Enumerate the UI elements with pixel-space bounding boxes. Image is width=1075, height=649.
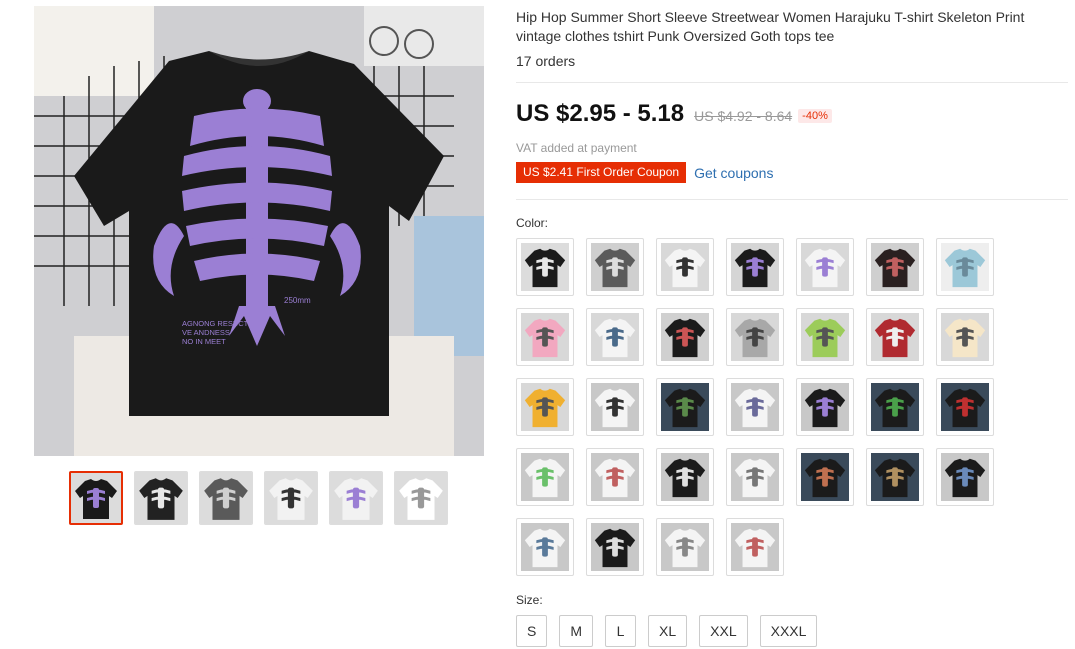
color-swatch[interactable]: [516, 378, 574, 436]
swatch-image: [941, 453, 989, 501]
color-label: Color:: [516, 216, 549, 230]
swatch-image: [661, 383, 709, 431]
print-size-text: 250mm: [284, 296, 311, 305]
color-swatch[interactable]: [936, 378, 994, 436]
swatch-image: [661, 523, 709, 571]
discount-badge: -40%: [798, 109, 832, 123]
size-option-l[interactable]: L: [605, 615, 637, 647]
swatch-image: [661, 313, 709, 361]
swatch-image: [521, 523, 569, 571]
get-coupons-link[interactable]: Get coupons: [694, 165, 773, 181]
swatch-image: [801, 313, 849, 361]
order-count: 17 orders: [516, 53, 576, 69]
swatch-image: [871, 313, 919, 361]
color-swatch[interactable]: [866, 378, 924, 436]
product-title: Hip Hop Summer Short Sleeve Streetwear W…: [516, 9, 1025, 44]
swatch-image: [591, 453, 639, 501]
swatch-image: [591, 313, 639, 361]
swatch-image: [801, 383, 849, 431]
swatch-image: [731, 523, 779, 571]
color-swatch[interactable]: [796, 378, 854, 436]
color-swatch[interactable]: [936, 308, 994, 366]
color-swatch[interactable]: [866, 238, 924, 296]
divider: [516, 82, 1068, 83]
main-product-image[interactable]: 250mm AGNONG RESUCT VE ANDNESS NO IN MEE…: [34, 6, 484, 456]
swatch-image: [661, 243, 709, 291]
color-swatch[interactable]: [796, 308, 854, 366]
swatch-image: [871, 383, 919, 431]
swatch-image: [731, 453, 779, 501]
divider: [516, 199, 1068, 200]
color-swatch[interactable]: [516, 238, 574, 296]
size-option-s[interactable]: S: [516, 615, 548, 647]
thumbnail-strip: [69, 471, 448, 525]
color-swatch[interactable]: [586, 308, 644, 366]
swatch-image: [731, 313, 779, 361]
current-price: US $2.95 - 5.18: [516, 100, 685, 127]
color-swatch[interactable]: [726, 448, 784, 506]
color-swatch[interactable]: [726, 308, 784, 366]
gallery-thumbnail[interactable]: [134, 471, 188, 525]
color-swatch-grid: [516, 238, 1006, 576]
print-text-line-3: NO IN MEET: [182, 337, 226, 346]
swatch-image: [521, 453, 569, 501]
color-swatch[interactable]: [726, 518, 784, 576]
color-swatch[interactable]: [586, 518, 644, 576]
swatch-image: [591, 523, 639, 571]
color-swatch[interactable]: [726, 238, 784, 296]
color-swatch[interactable]: [796, 238, 854, 296]
gallery-thumbnail[interactable]: [329, 471, 383, 525]
swatch-image: [521, 313, 569, 361]
color-swatch[interactable]: [796, 448, 854, 506]
size-options: S M L XL XXL XXXL: [516, 615, 818, 647]
size-option-m[interactable]: M: [559, 615, 594, 647]
swatch-image: [801, 243, 849, 291]
color-swatch[interactable]: [866, 308, 924, 366]
color-swatch[interactable]: [586, 238, 644, 296]
color-swatch[interactable]: [656, 238, 714, 296]
color-swatch[interactable]: [656, 448, 714, 506]
color-swatch[interactable]: [516, 518, 574, 576]
color-swatch[interactable]: [656, 518, 714, 576]
swatch-image: [871, 243, 919, 291]
first-order-coupon-badge[interactable]: US $2.41 First Order Coupon: [516, 162, 687, 183]
price-row: US $2.95 - 5.18 US $4.92 - 8.64 -40%: [516, 100, 832, 128]
swatch-image: [801, 453, 849, 501]
gallery-thumbnail[interactable]: [199, 471, 253, 525]
print-text-line-1: AGNONG RESUCT: [182, 319, 249, 328]
swatch-image: [871, 453, 919, 501]
swatch-image: [731, 243, 779, 291]
swatch-image: [941, 313, 989, 361]
color-swatch[interactable]: [726, 378, 784, 436]
swatch-image: [521, 383, 569, 431]
color-swatch[interactable]: [656, 378, 714, 436]
size-option-xxl[interactable]: XXL: [699, 615, 748, 647]
color-swatch[interactable]: [586, 448, 644, 506]
tshirt-photo: 250mm AGNONG RESUCT VE ANDNESS NO IN MEE…: [34, 6, 484, 456]
swatch-image: [661, 453, 709, 501]
color-swatch[interactable]: [586, 378, 644, 436]
color-swatch[interactable]: [656, 308, 714, 366]
size-option-xxxl[interactable]: XXXL: [759, 615, 818, 647]
swatch-image: [521, 243, 569, 291]
size-option-xl[interactable]: XL: [648, 615, 688, 647]
gallery-thumbnail[interactable]: [394, 471, 448, 525]
color-swatch[interactable]: [866, 448, 924, 506]
color-swatch[interactable]: [936, 448, 994, 506]
swatch-image: [591, 383, 639, 431]
color-swatch[interactable]: [936, 238, 994, 296]
original-price: US $4.92 - 8.64: [694, 108, 793, 124]
color-swatch[interactable]: [516, 448, 574, 506]
gallery-thumbnail[interactable]: [264, 471, 318, 525]
swatch-image: [941, 243, 989, 291]
print-text-line-2: VE ANDNESS: [182, 328, 230, 337]
size-label: Size:: [516, 593, 543, 607]
swatch-image: [731, 383, 779, 431]
gallery-thumbnail[interactable]: [69, 471, 123, 525]
swatch-image: [941, 383, 989, 431]
swatch-image: [591, 243, 639, 291]
color-swatch[interactable]: [516, 308, 574, 366]
vat-note: VAT added at payment: [516, 141, 637, 155]
coupon-row: US $2.41 First Order Coupon Get coupons: [516, 162, 773, 183]
